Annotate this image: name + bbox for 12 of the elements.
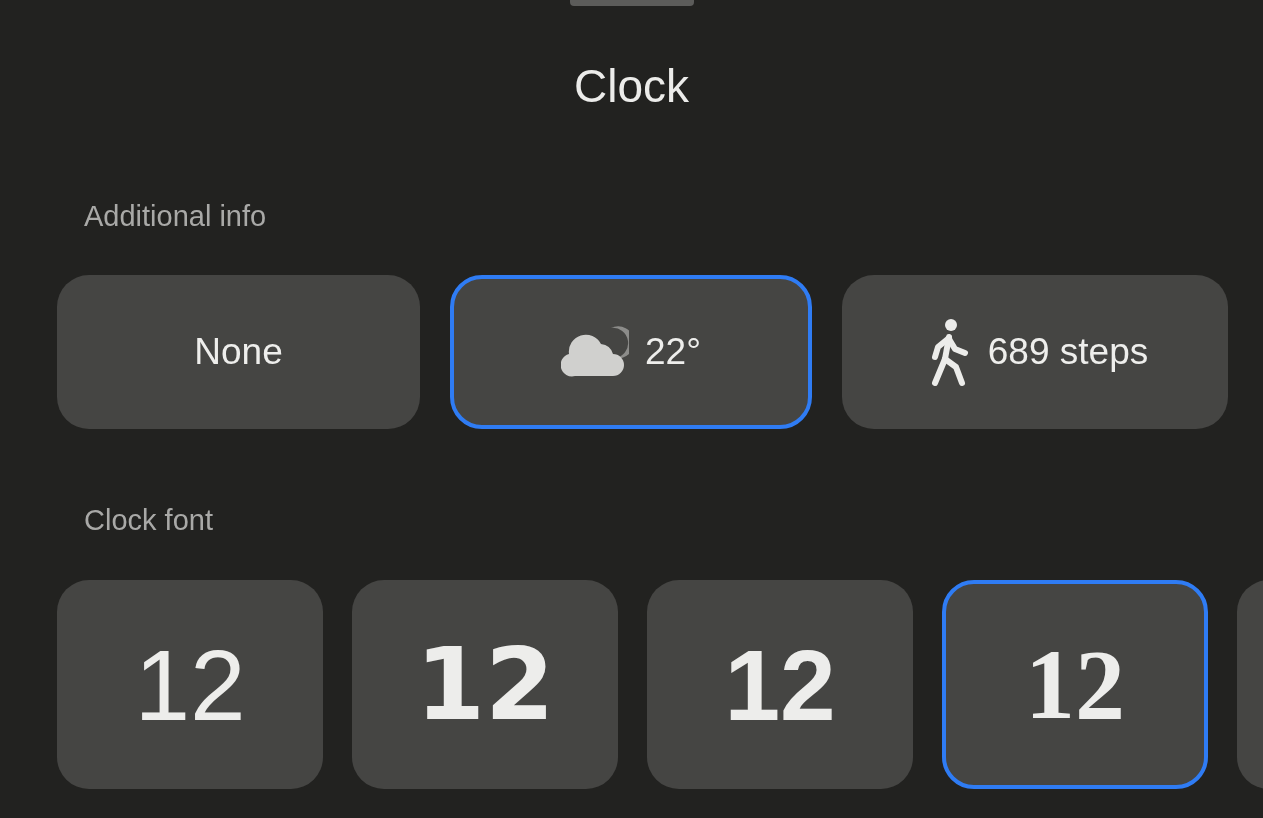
font-option[interactable]: 12 — [942, 580, 1208, 789]
font-option[interactable]: 12 — [352, 580, 618, 789]
font-option[interactable]: 12 — [57, 580, 323, 789]
info-option[interactable]: 689 steps — [842, 275, 1228, 429]
font-option[interactable]: 12 — [647, 580, 913, 789]
section-label: Additional info — [84, 199, 267, 233]
info-option[interactable]: None — [57, 275, 420, 429]
info-option[interactable]: 22° — [450, 275, 812, 429]
section-label: Clock font — [84, 503, 213, 537]
cloud-moon-icon — [561, 326, 629, 378]
drag-handle[interactable] — [569, 0, 694, 6]
page-title: Clock — [574, 60, 689, 113]
